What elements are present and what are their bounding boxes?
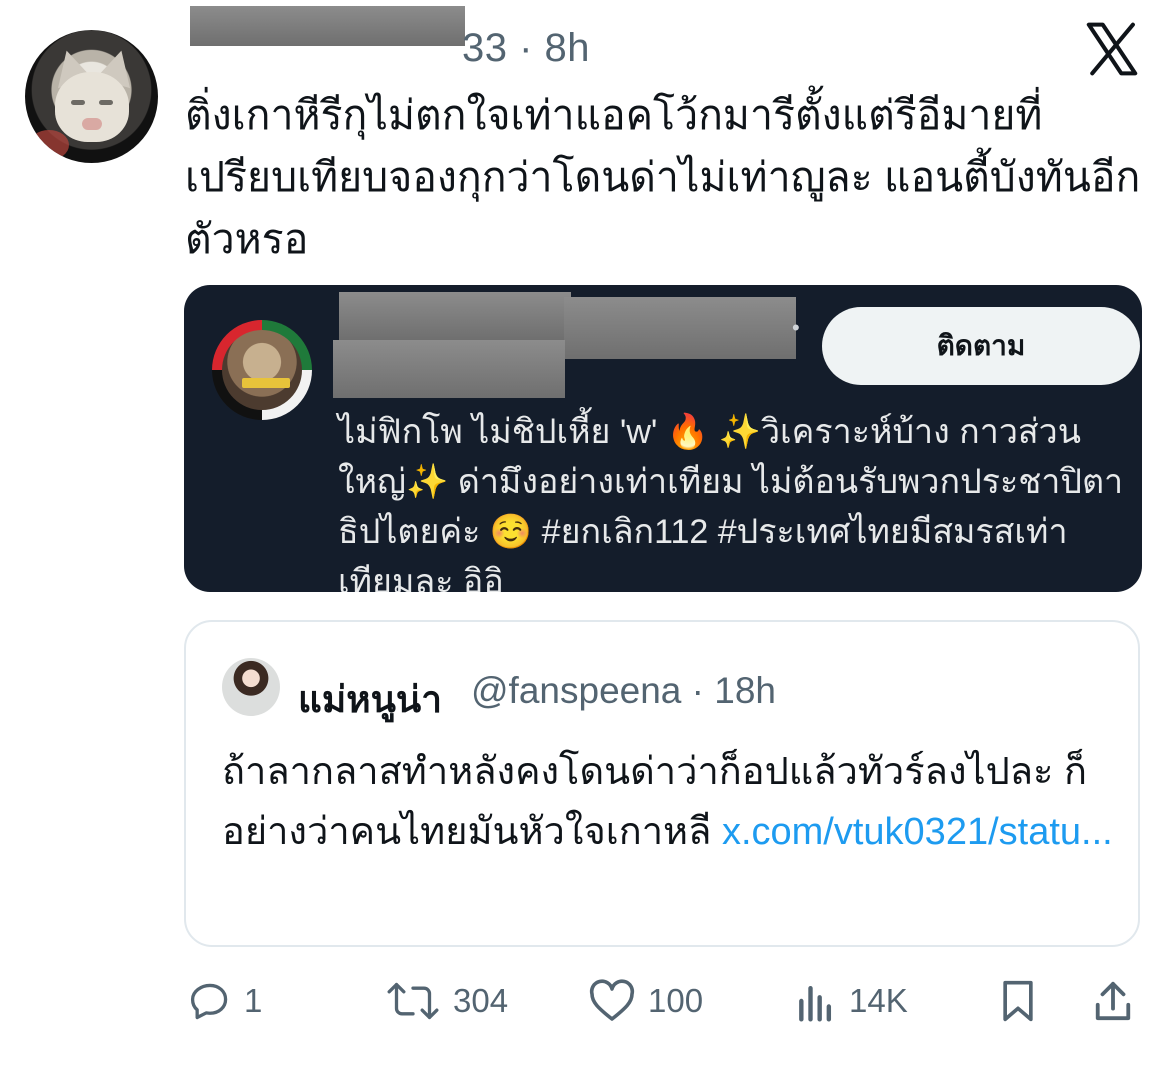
like-button[interactable]: 100 — [588, 978, 703, 1024]
views-button[interactable]: 14K — [795, 978, 908, 1024]
bookmark-button[interactable] — [998, 978, 1038, 1024]
views-icon — [799, 985, 832, 1022]
quoted-post-text: ถ้าลากลาสทำหลังคงโดนด่าว่าก็อปแล้วทัวร์ล… — [222, 751, 1113, 853]
x-logo-icon — [1086, 22, 1138, 76]
repost-button[interactable]: 304 — [385, 978, 508, 1024]
redacted-card-handle — [564, 297, 796, 359]
share-button[interactable] — [1092, 978, 1134, 1024]
bookmark-icon — [1003, 980, 1033, 1022]
card-avatar — [212, 320, 312, 420]
repost-count: 304 — [453, 982, 509, 1019]
quoted-author-name[interactable]: แม่หนูน่า — [298, 670, 442, 729]
more-dots: • — [792, 315, 800, 340]
card-bio: ไม่ฟิกโพ ไม่ชิปเหี้ย 'w' 🔥 ✨วิเคราะห์บ้า… — [338, 413, 1124, 592]
like-icon — [589, 979, 635, 1021]
quoted-author-handle-and-time: @fanspeena · 18h — [471, 670, 777, 711]
share-icon — [1095, 981, 1131, 1021]
follow-button[interactable]: ติดตาม — [822, 307, 1140, 385]
redacted-card-name — [339, 292, 571, 340]
post-text: ติ่งเกาหีรีกุไม่ตกใจเท่าแอคโว้กมารีตั้งแ… — [185, 92, 1141, 262]
reply-count: 1 — [244, 982, 263, 1019]
quoted-post-link[interactable]: x.com/vtuk0321/statu... — [722, 811, 1113, 853]
author-handle-and-time: 33 · 8h — [462, 26, 591, 70]
author-avatar[interactable] — [25, 30, 158, 163]
redacted-author-name — [190, 6, 465, 46]
repost-icon — [387, 982, 439, 1020]
like-count: 100 — [648, 982, 704, 1019]
embedded-profile-card[interactable]: • ติดตาม ไม่ฟิกโพ ไม่ชิปเหี้ย 'w' 🔥 ✨วิเ… — [184, 285, 1142, 592]
quoted-post[interactable]: แม่หนูน่า @fanspeena · 18h ถ้าลากลาสทำหล… — [184, 620, 1140, 947]
reply-icon — [190, 983, 228, 1020]
reply-button[interactable]: 1 — [188, 978, 262, 1024]
views-count: 14K — [849, 982, 908, 1019]
quoted-author-avatar[interactable] — [222, 658, 280, 716]
redacted-card-subtitle — [333, 340, 565, 398]
